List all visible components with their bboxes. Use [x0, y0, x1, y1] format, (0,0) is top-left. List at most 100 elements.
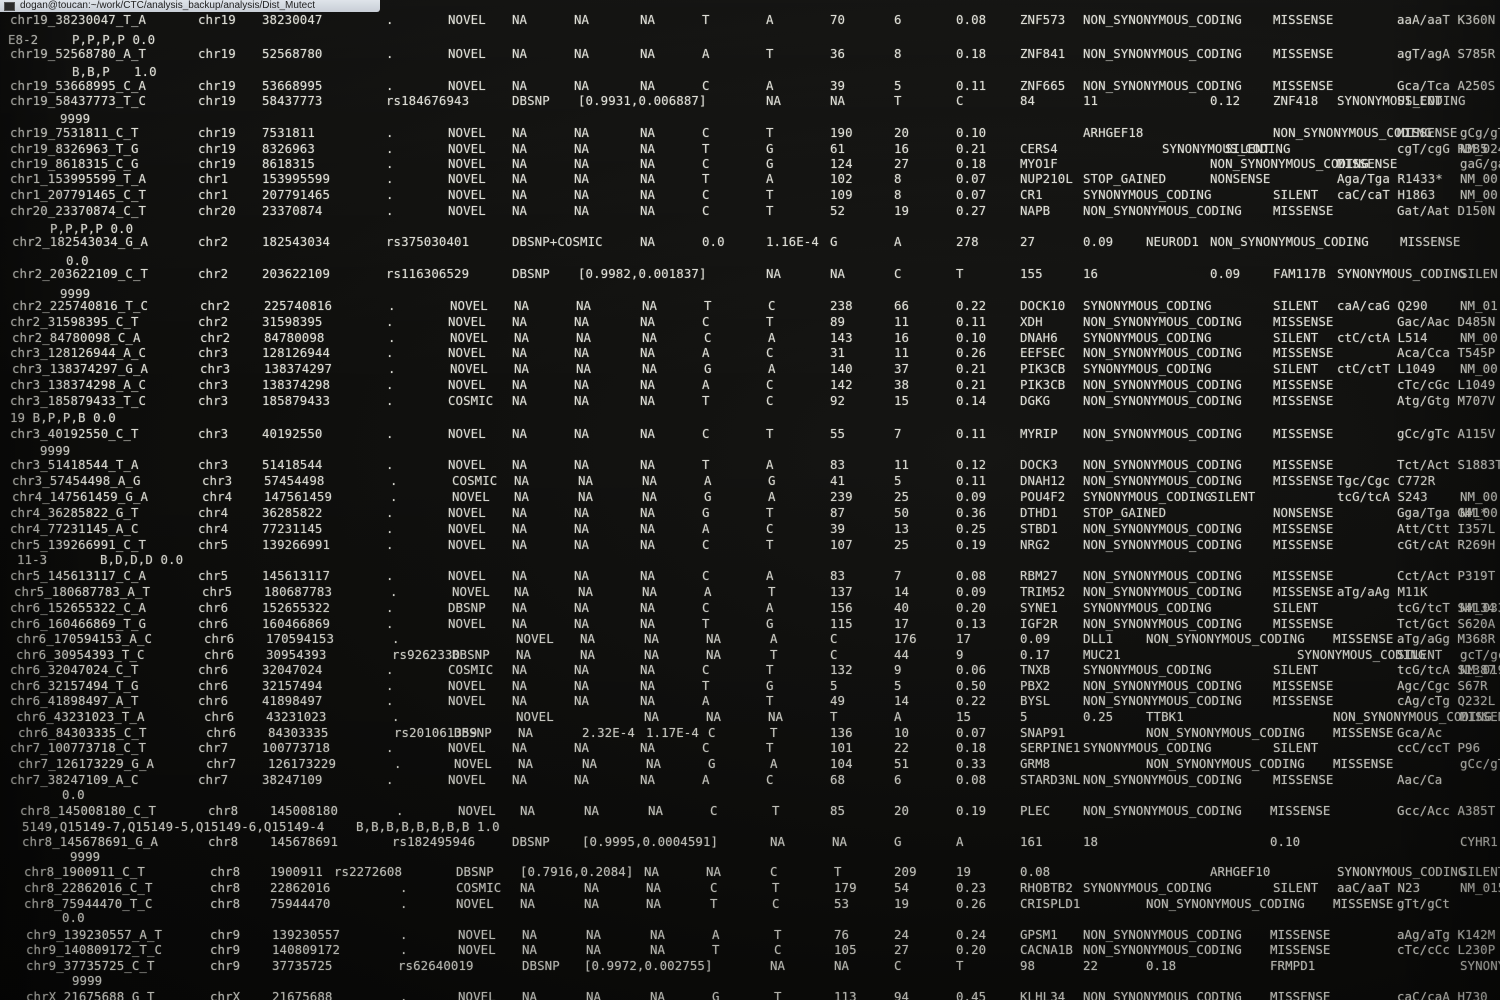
terminal-cell: 140	[830, 361, 853, 376]
terminal-cell: NA	[512, 345, 528, 360]
terminal-cell: NA	[512, 156, 528, 171]
terminal-cell: T	[702, 393, 710, 408]
terminal-cell: 207791465	[262, 187, 331, 202]
terminal-cell: 137	[830, 584, 853, 599]
terminal-cell: MISSENSE	[1273, 473, 1334, 488]
terminal-cell: aTg/aAg M11K	[1337, 584, 1428, 599]
terminal-cell: 85	[830, 803, 846, 818]
terminal-cell: G	[766, 678, 774, 693]
terminal-cell: .	[400, 927, 408, 942]
terminal-line: chr6_84303335_C_T chr6 84303335 rs201061359…	[0, 725, 1500, 740]
terminal-cell: NA	[574, 393, 590, 408]
terminal-cell: NAPB	[1020, 203, 1051, 218]
terminal-cell: aAg/aTg K142M	[1397, 927, 1496, 942]
terminal-cell: C	[768, 298, 776, 313]
terminal-line: 19 B,P,P,B 0.0	[0, 410, 1500, 425]
terminal-cell: chr6_160466869_T_G	[10, 616, 147, 631]
terminal-cell: NA	[642, 298, 658, 313]
terminal-cell: C	[766, 345, 774, 360]
terminal-cell: NA	[642, 489, 658, 504]
terminal-cell: 0.0	[702, 234, 725, 249]
terminal-cell: [0.9972,0.002755]	[584, 958, 713, 973]
terminal-cell: MISSENSE	[1273, 693, 1334, 708]
terminal-cell: gcT/gcC A147	[1460, 647, 1500, 662]
terminal-cell: C	[710, 880, 718, 895]
window-title-bar[interactable]: dogan@toucan:~/work/CTC/analysis_backup/…	[0, 0, 380, 12]
terminal-cell: SYNONYMOUS_CODING	[1083, 489, 1212, 504]
terminal-cell: NONSENSE	[1273, 505, 1334, 520]
terminal-cell: 75944470	[270, 896, 331, 911]
terminal-cell: 15	[956, 709, 972, 724]
terminal-cell: DNAH6	[1020, 330, 1058, 345]
terminal-cell: chr19	[198, 12, 236, 27]
terminal-cell: NA	[706, 647, 722, 662]
terminal-cell: NA	[518, 756, 534, 771]
terminal-cell: 22	[1083, 958, 1099, 973]
terminal-cell: T	[830, 709, 838, 724]
terminal-cell: 58437773	[262, 93, 323, 108]
terminal-line: chr6_41898497_A_T chr6 41898497. NOVEL NA NA N…	[0, 693, 1500, 708]
terminal-cell: Gca/Tca A250S	[1397, 78, 1496, 93]
terminal-cell: E8-2	[8, 32, 39, 47]
terminal-cell: 76	[834, 927, 850, 942]
terminal-cell: 5	[894, 473, 902, 488]
terminal-cell: NA	[574, 345, 590, 360]
terminal-cell: NA	[512, 314, 528, 329]
terminal-cell: SNAP91	[1020, 725, 1066, 740]
terminal-cell: 0.12	[1210, 93, 1241, 108]
terminal-cell: DLL1	[1083, 631, 1114, 646]
terminal-cell: 139266991	[262, 537, 331, 552]
terminal-cell: gTt/gCt	[1397, 896, 1450, 911]
terminal-line: 5149,Q15149-7,Q15149-5,Q15149-6,Q15149-4…	[0, 819, 1500, 834]
terminal-cell: NA	[512, 521, 528, 536]
terminal-cell: NA	[574, 156, 590, 171]
terminal-cell: rs375030401	[386, 234, 470, 249]
terminal-line: chr1_153995599_T_A chr1 153995599. NOVEL NA N…	[0, 171, 1500, 186]
terminal-cell: 170594153	[266, 631, 335, 646]
terminal-cell: NOVEL	[458, 803, 496, 818]
terminal-cell: MISSENSE	[1333, 896, 1394, 911]
terminal-cell: .	[386, 125, 394, 140]
terminal-cell: DBSNP	[512, 266, 550, 281]
terminal-cell: NOVEL	[448, 568, 486, 583]
terminal-cell: .	[386, 203, 394, 218]
terminal-cell: NA	[644, 709, 660, 724]
terminal-cell: chr4	[198, 521, 229, 536]
terminal-line: chr4_36285822_G_T chr4 36285822. NOVEL NA NA N…	[0, 505, 1500, 520]
terminal-cell: Gca/Ac	[1397, 725, 1443, 740]
terminal-cell: chr9_37735725_C_T	[26, 958, 155, 973]
terminal-cell: NA	[576, 361, 592, 376]
terminal-cell: SILENT	[1460, 864, 1500, 879]
terminal-cell: MISSENSE	[1273, 457, 1334, 472]
terminal-cell: .	[394, 756, 402, 771]
terminal-cell: chr2	[198, 234, 229, 249]
terminal-cell: NA	[574, 377, 590, 392]
terminal-cell: T	[702, 141, 710, 156]
terminal-cell: A	[956, 834, 964, 849]
terminal-cell: 153995599	[262, 171, 331, 186]
terminal-cell: 5	[830, 678, 838, 693]
terminal-cell: MISSENSE	[1333, 631, 1394, 646]
terminal-cell: C	[830, 647, 838, 662]
terminal-cell: 40	[894, 600, 910, 615]
terminal-cell: 0.11	[956, 473, 987, 488]
terminal-cell: C	[702, 125, 710, 140]
terminal-cell: NM_015	[1460, 880, 1500, 895]
terminal-cell: .	[386, 693, 394, 708]
terminal-cell: .	[386, 740, 394, 755]
terminal-cell: chr6	[204, 631, 235, 646]
terminal-cell: NON_SYNONYMOUS_CODING	[1083, 12, 1242, 27]
terminal-cell: .	[386, 12, 394, 27]
terminal-cell: MISSENSE	[1270, 927, 1331, 942]
terminal-cell: 94	[894, 989, 910, 1000]
terminal-cell: A	[766, 12, 774, 27]
terminal-cell: NA	[578, 473, 594, 488]
terminal-cell: NA	[644, 864, 660, 879]
terminal-cell: Gac/Aac D485N	[1397, 314, 1496, 329]
terminal-cell: 0.33	[956, 756, 987, 771]
terminal-cell: 57454498	[264, 473, 325, 488]
terminal-cell: NA	[706, 631, 722, 646]
terminal-cell: CR1	[1020, 187, 1043, 202]
terminal-cell: NA	[586, 927, 602, 942]
terminal-cell: C	[702, 78, 710, 93]
